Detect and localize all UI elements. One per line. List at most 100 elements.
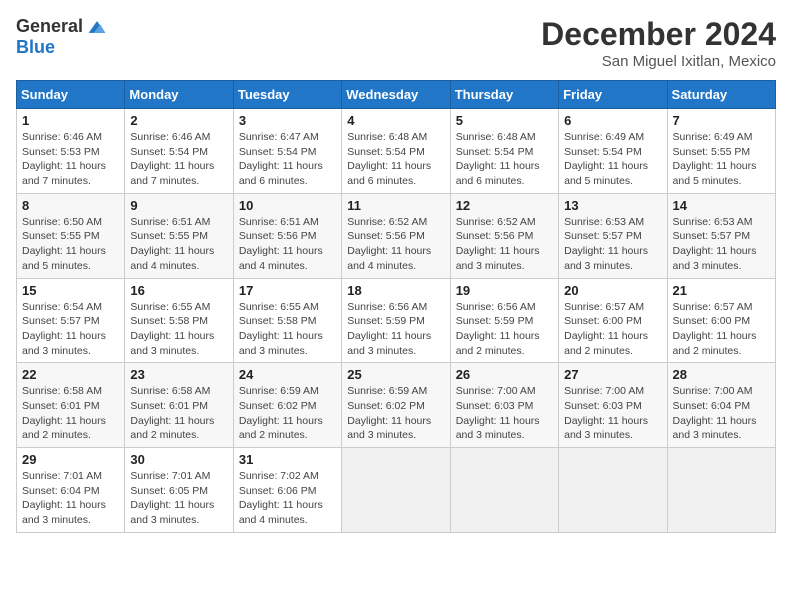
- day-info: Sunrise: 7:00 AMSunset: 6:03 PMDaylight:…: [456, 384, 553, 443]
- day-cell: 28Sunrise: 7:00 AMSunset: 6:04 PMDayligh…: [667, 363, 775, 448]
- day-cell: 4 Sunrise: 6:48 AMSunset: 5:54 PMDaylight…: [342, 109, 450, 194]
- day-cell: 20 Sunrise: 6:57 AMSunset: 6:00 PMDayligh…: [559, 278, 667, 363]
- empty-cell: [342, 448, 450, 533]
- day-info: Sunrise: 6:59 AMSunset: 6:02 PMDaylight:…: [347, 384, 444, 443]
- day-number: 22: [22, 367, 119, 382]
- day-cell: 6 Sunrise: 6:49 AMSunset: 5:54 PMDaylight…: [559, 109, 667, 194]
- day-number: 21: [673, 283, 770, 298]
- day-cell: 22 Sunrise: 6:58 AMSunset: 6:01 PMDayligh…: [17, 363, 125, 448]
- day-number: 27: [564, 367, 661, 382]
- day-info: Sunrise: 6:48 AMSunset: 5:54 PMDaylight:…: [456, 130, 553, 189]
- day-cell: 27 Sunrise: 7:00 AMSunset: 6:03 PMDayligh…: [559, 363, 667, 448]
- day-info: Sunrise: 6:55 AMSunset: 5:58 PMDaylight:…: [239, 300, 336, 359]
- day-number: 17: [239, 283, 336, 298]
- day-cell: 9Sunrise: 6:51 AMSunset: 5:55 PMDaylight…: [125, 193, 233, 278]
- logo: General Blue: [16, 16, 107, 58]
- col-monday: Monday: [125, 81, 233, 109]
- day-cell: 23Sunrise: 6:58 AMSunset: 6:01 PMDayligh…: [125, 363, 233, 448]
- table-row: 29 Sunrise: 7:01 AMSunset: 6:04 PMDayligh…: [17, 448, 776, 533]
- day-number: 18: [347, 283, 444, 298]
- day-cell: 31Sunrise: 7:02 AMSunset: 6:06 PMDayligh…: [233, 448, 341, 533]
- day-cell: 15 Sunrise: 6:54 AMSunset: 5:57 PMDayligh…: [17, 278, 125, 363]
- day-number: 12: [456, 198, 553, 213]
- day-cell: 10Sunrise: 6:51 AMSunset: 5:56 PMDayligh…: [233, 193, 341, 278]
- day-cell: 13Sunrise: 6:53 AMSunset: 5:57 PMDayligh…: [559, 193, 667, 278]
- day-cell: 21 Sunrise: 6:57 AMSunset: 6:00 PMDayligh…: [667, 278, 775, 363]
- day-number: 6: [564, 113, 661, 128]
- day-number: 1: [22, 113, 119, 128]
- day-number: 23: [130, 367, 227, 382]
- day-info: Sunrise: 6:51 AMSunset: 5:56 PMDaylight:…: [239, 215, 336, 274]
- day-info: Sunrise: 6:55 AMSunset: 5:58 PMDaylight:…: [130, 300, 227, 359]
- day-info: Sunrise: 6:47 AMSunset: 5:54 PMDaylight:…: [239, 130, 336, 189]
- day-info: Sunrise: 6:57 AMSunset: 6:00 PMDaylight:…: [673, 300, 770, 359]
- day-info: Sunrise: 6:54 AMSunset: 5:57 PMDaylight:…: [22, 300, 119, 359]
- day-number: 8: [22, 198, 119, 213]
- day-info: Sunrise: 6:48 AMSunset: 5:54 PMDaylight:…: [347, 130, 444, 189]
- empty-cell: [559, 448, 667, 533]
- day-number: 16: [130, 283, 227, 298]
- col-friday: Friday: [559, 81, 667, 109]
- day-cell: 5 Sunrise: 6:48 AMSunset: 5:54 PMDaylight…: [450, 109, 558, 194]
- day-info: Sunrise: 7:00 AMSunset: 6:03 PMDaylight:…: [564, 384, 661, 443]
- day-number: 20: [564, 283, 661, 298]
- day-cell: 14Sunrise: 6:53 AMSunset: 5:57 PMDayligh…: [667, 193, 775, 278]
- day-info: Sunrise: 6:49 AMSunset: 5:55 PMDaylight:…: [673, 130, 770, 189]
- col-saturday: Saturday: [667, 81, 775, 109]
- day-cell: 17 Sunrise: 6:55 AMSunset: 5:58 PMDayligh…: [233, 278, 341, 363]
- col-wednesday: Wednesday: [342, 81, 450, 109]
- day-cell: 24 Sunrise: 6:59 AMSunset: 6:02 PMDayligh…: [233, 363, 341, 448]
- logo-general: General: [16, 16, 83, 37]
- day-cell: 18 Sunrise: 6:56 AMSunset: 5:59 PMDayligh…: [342, 278, 450, 363]
- month-title: December 2024: [541, 16, 776, 53]
- day-cell: 11 Sunrise: 6:52 AMSunset: 5:56 PMDayligh…: [342, 193, 450, 278]
- empty-cell: [450, 448, 558, 533]
- day-number: 28: [673, 367, 770, 382]
- day-info: Sunrise: 6:50 AMSunset: 5:55 PMDaylight:…: [22, 215, 119, 274]
- day-number: 5: [456, 113, 553, 128]
- table-row: 1 Sunrise: 6:46 AMSunset: 5:53 PMDaylight…: [17, 109, 776, 194]
- day-number: 25: [347, 367, 444, 382]
- day-info: Sunrise: 6:51 AMSunset: 5:55 PMDaylight:…: [130, 215, 227, 274]
- location: San Miguel Ixitlan, Mexico: [541, 53, 776, 70]
- day-number: 29: [22, 452, 119, 467]
- logo-blue: Blue: [16, 37, 55, 58]
- day-cell: 2Sunrise: 6:46 AMSunset: 5:54 PMDaylight…: [125, 109, 233, 194]
- day-number: 7: [673, 113, 770, 128]
- day-number: 2: [130, 113, 227, 128]
- day-number: 26: [456, 367, 553, 382]
- day-cell: 19Sunrise: 6:56 AMSunset: 5:59 PMDayligh…: [450, 278, 558, 363]
- day-number: 3: [239, 113, 336, 128]
- day-info: Sunrise: 6:58 AMSunset: 6:01 PMDaylight:…: [22, 384, 119, 443]
- day-number: 24: [239, 367, 336, 382]
- day-number: 11: [347, 198, 444, 213]
- col-sunday: Sunday: [17, 81, 125, 109]
- day-number: 4: [347, 113, 444, 128]
- day-info: Sunrise: 7:02 AMSunset: 6:06 PMDaylight:…: [239, 469, 336, 528]
- day-number: 30: [130, 452, 227, 467]
- day-cell: 25 Sunrise: 6:59 AMSunset: 6:02 PMDayligh…: [342, 363, 450, 448]
- day-info: Sunrise: 6:49 AMSunset: 5:54 PMDaylight:…: [564, 130, 661, 189]
- day-cell: 30Sunrise: 7:01 AMSunset: 6:05 PMDayligh…: [125, 448, 233, 533]
- table-row: 15 Sunrise: 6:54 AMSunset: 5:57 PMDayligh…: [17, 278, 776, 363]
- day-info: Sunrise: 7:01 AMSunset: 6:04 PMDaylight:…: [22, 469, 119, 528]
- day-info: Sunrise: 6:46 AMSunset: 5:53 PMDaylight:…: [22, 130, 119, 189]
- calendar-table: SundayMondayTuesdayWednesdayThursdayFrid…: [16, 80, 776, 533]
- col-tuesday: Tuesday: [233, 81, 341, 109]
- day-info: Sunrise: 6:56 AMSunset: 5:59 PMDaylight:…: [347, 300, 444, 359]
- day-info: Sunrise: 6:52 AMSunset: 5:56 PMDaylight:…: [347, 215, 444, 274]
- day-number: 13: [564, 198, 661, 213]
- day-cell: 8 Sunrise: 6:50 AMSunset: 5:55 PMDaylight…: [17, 193, 125, 278]
- col-thursday: Thursday: [450, 81, 558, 109]
- day-cell: 26 Sunrise: 7:00 AMSunset: 6:03 PMDayligh…: [450, 363, 558, 448]
- day-number: 15: [22, 283, 119, 298]
- table-row: 8 Sunrise: 6:50 AMSunset: 5:55 PMDaylight…: [17, 193, 776, 278]
- day-info: Sunrise: 6:57 AMSunset: 6:00 PMDaylight:…: [564, 300, 661, 359]
- day-info: Sunrise: 6:53 AMSunset: 5:57 PMDaylight:…: [673, 215, 770, 274]
- day-info: Sunrise: 6:59 AMSunset: 6:02 PMDaylight:…: [239, 384, 336, 443]
- day-cell: 1 Sunrise: 6:46 AMSunset: 5:53 PMDaylight…: [17, 109, 125, 194]
- empty-cell: [667, 448, 775, 533]
- day-cell: 7 Sunrise: 6:49 AMSunset: 5:55 PMDaylight…: [667, 109, 775, 194]
- calendar-header-row: SundayMondayTuesdayWednesdayThursdayFrid…: [17, 81, 776, 109]
- day-cell: 16 Sunrise: 6:55 AMSunset: 5:58 PMDayligh…: [125, 278, 233, 363]
